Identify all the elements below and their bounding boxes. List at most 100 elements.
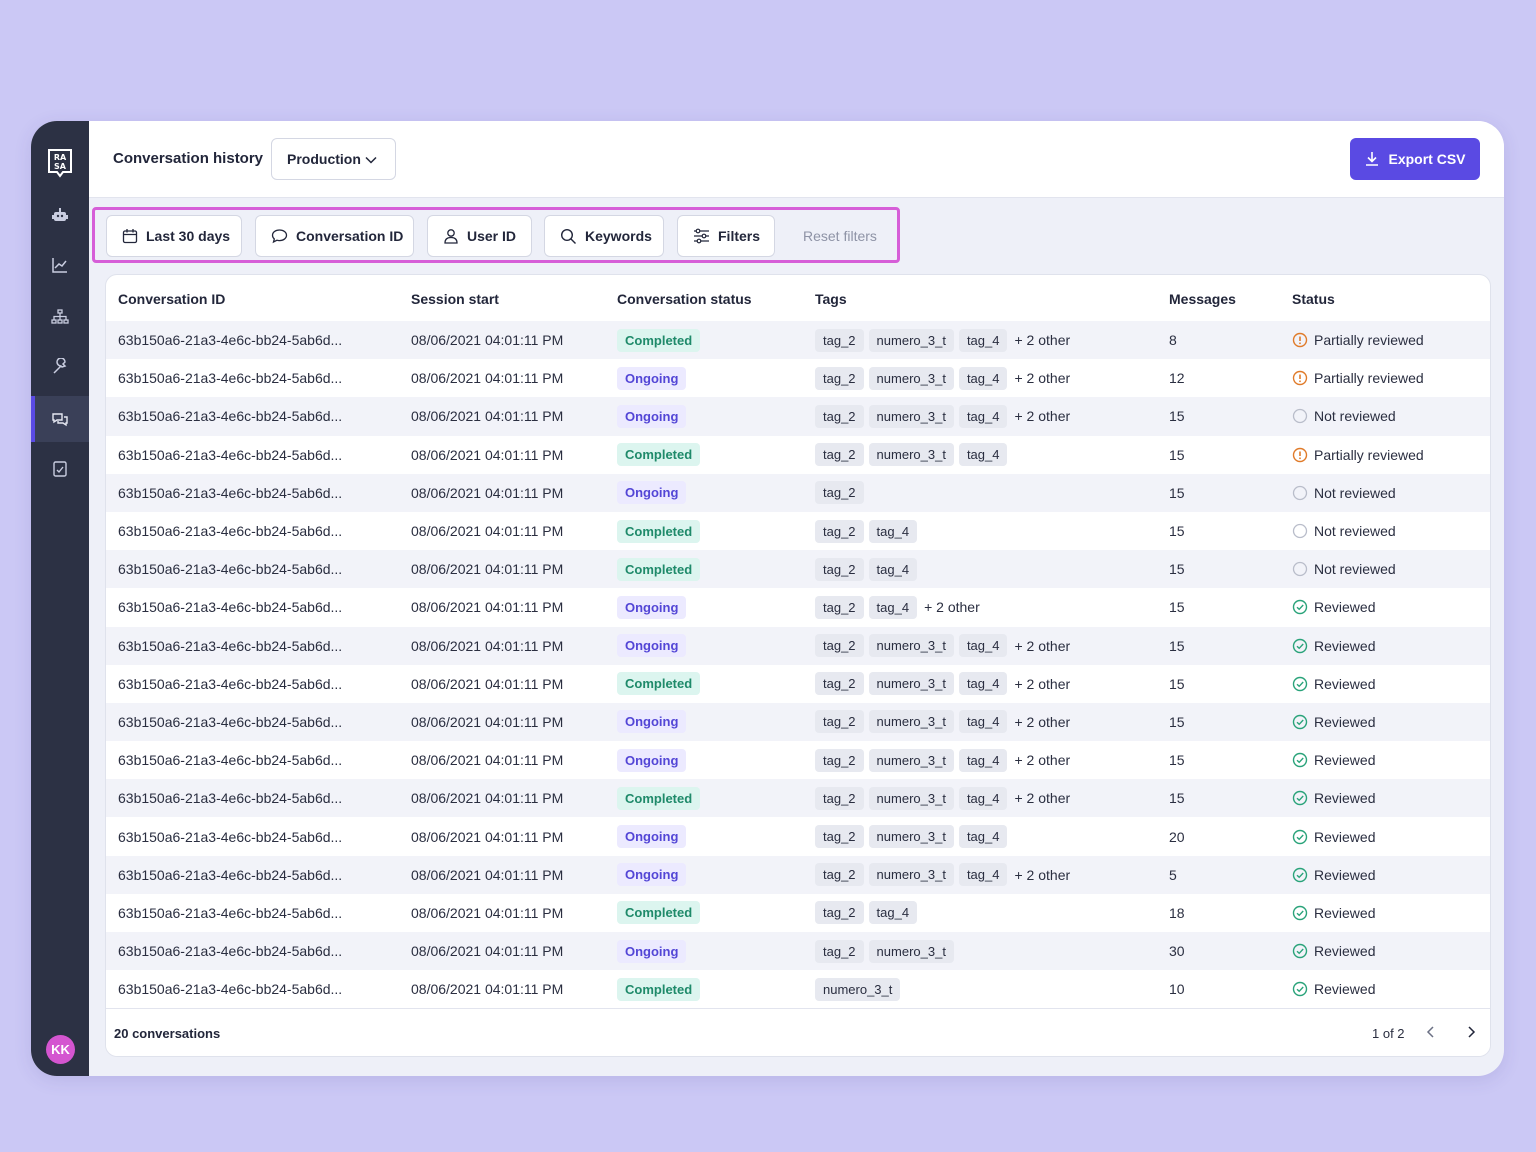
header-bar: Conversation history Production Export C…	[89, 121, 1504, 198]
conversation-id-cell[interactable]: 63b150a6-21a3-4e6c-bb24-5ab6d...	[118, 550, 342, 588]
conversation-status-cell: Completed	[617, 512, 701, 550]
table-row[interactable]: 63b150a6-21a3-4e6c-bb24-5ab6d... 08/06/20…	[106, 741, 1490, 779]
sidebar-item-conversations[interactable]	[31, 396, 89, 442]
next-page-button[interactable]	[1461, 1022, 1481, 1042]
export-csv-button[interactable]: Export CSV	[1350, 138, 1480, 180]
more-tags-count[interactable]: + 2 other	[1014, 790, 1070, 806]
review-status-label: Not reviewed	[1314, 561, 1396, 578]
conversation-id-cell[interactable]: 63b150a6-21a3-4e6c-bb24-5ab6d...	[118, 436, 342, 474]
session-start-cell: 08/06/2021 04:01:11 PM	[411, 599, 564, 616]
column-header-status[interactable]: Status	[1292, 291, 1335, 307]
more-tags-count[interactable]: + 2 other	[924, 599, 980, 615]
more-tags-count[interactable]: + 2 other	[1014, 332, 1070, 348]
table-row[interactable]: 63b150a6-21a3-4e6c-bb24-5ab6d... 08/06/20…	[106, 970, 1490, 1008]
conversation-id-cell[interactable]: 63b150a6-21a3-4e6c-bb24-5ab6d...	[118, 359, 342, 397]
checklist-icon	[53, 461, 67, 477]
review-status-cell: Not reviewed	[1292, 474, 1396, 512]
conversation-id-cell[interactable]: 63b150a6-21a3-4e6c-bb24-5ab6d...	[118, 970, 342, 1008]
messages-cell: 15	[1169, 599, 1185, 616]
table-row[interactable]: 63b150a6-21a3-4e6c-bb24-5ab6d... 08/06/20…	[106, 436, 1490, 474]
conversation-status-badge: Ongoing	[617, 366, 687, 390]
more-tags-count[interactable]: + 2 other	[1014, 676, 1070, 692]
check-circle-icon	[1292, 905, 1308, 921]
table-row[interactable]: 63b150a6-21a3-4e6c-bb24-5ab6d... 08/06/20…	[106, 473, 1490, 512]
more-tags-count[interactable]: + 2 other	[1014, 638, 1070, 654]
table-row[interactable]: 63b150a6-21a3-4e6c-bb24-5ab6d... 08/06/20…	[106, 779, 1490, 818]
reset-filters-button[interactable]: Reset filters	[803, 228, 877, 244]
conversation-status-badge: Completed	[617, 557, 701, 581]
messages-cell: 15	[1169, 637, 1185, 654]
sidebar-item-settings[interactable]	[31, 344, 89, 390]
sidebar-item-analytics[interactable]	[31, 242, 89, 288]
conversation-id-cell[interactable]: 63b150a6-21a3-4e6c-bb24-5ab6d...	[118, 512, 342, 550]
empty-circle-icon	[1292, 523, 1308, 539]
review-status-label: Reviewed	[1314, 943, 1376, 960]
conversation-id-cell[interactable]: 63b150a6-21a3-4e6c-bb24-5ab6d...	[118, 665, 342, 703]
check-circle-icon	[1292, 791, 1308, 806]
sidebar-item-structure[interactable]	[31, 294, 89, 340]
review-status-label: Reviewed	[1314, 828, 1376, 845]
table-row[interactable]: 63b150a6-21a3-4e6c-bb24-5ab6d... 08/06/20…	[106, 894, 1490, 932]
table-row[interactable]: 63b150a6-21a3-4e6c-bb24-5ab6d... 08/06/20…	[106, 702, 1490, 742]
conversation-id-cell[interactable]: 63b150a6-21a3-4e6c-bb24-5ab6d...	[118, 321, 342, 359]
column-header-tags[interactable]: Tags	[815, 291, 847, 307]
user-avatar[interactable]: KK	[46, 1035, 75, 1064]
table-row[interactable]: 63b150a6-21a3-4e6c-bb24-5ab6d... 08/06/20…	[106, 550, 1490, 589]
conversation-id-cell[interactable]: 63b150a6-21a3-4e6c-bb24-5ab6d...	[118, 856, 342, 894]
previous-page-button[interactable]	[1421, 1022, 1441, 1042]
sidebar: RA SA KK	[31, 121, 89, 1076]
search-icon	[560, 228, 576, 244]
table-row[interactable]: 63b150a6-21a3-4e6c-bb24-5ab6d... 08/06/20…	[106, 626, 1490, 665]
sidebar-item-bot[interactable]	[31, 192, 89, 238]
sidebar-item-review[interactable]	[31, 446, 89, 492]
session-start-cell: 08/06/2021 04:01:11 PM	[411, 866, 564, 883]
more-tags-count[interactable]: + 2 other	[1014, 408, 1070, 424]
environment-select[interactable]: Production	[271, 138, 396, 180]
conversation-id-cell[interactable]: 63b150a6-21a3-4e6c-bb24-5ab6d...	[118, 741, 342, 779]
conversation-id-cell[interactable]: 63b150a6-21a3-4e6c-bb24-5ab6d...	[118, 474, 342, 512]
filters-button[interactable]: Filters	[677, 215, 775, 257]
column-header-messages[interactable]: Messages	[1169, 291, 1236, 307]
table-row[interactable]: 63b150a6-21a3-4e6c-bb24-5ab6d... 08/06/20…	[106, 855, 1490, 894]
tag-chip: tag_2	[815, 519, 864, 543]
conversation-id-cell[interactable]: 63b150a6-21a3-4e6c-bb24-5ab6d...	[118, 817, 342, 855]
more-tags-count[interactable]: + 2 other	[1014, 752, 1070, 768]
table-row[interactable]: 63b150a6-21a3-4e6c-bb24-5ab6d... 08/06/20…	[106, 932, 1490, 971]
column-header-session-start[interactable]: Session start	[411, 291, 499, 307]
more-tags-count[interactable]: + 2 other	[1014, 714, 1070, 730]
conversation-id-cell[interactable]: 63b150a6-21a3-4e6c-bb24-5ab6d...	[118, 588, 342, 626]
review-status-label: Reviewed	[1314, 981, 1376, 998]
table-row[interactable]: 63b150a6-21a3-4e6c-bb24-5ab6d... 08/06/20…	[106, 359, 1490, 397]
more-tags-count[interactable]: + 2 other	[1014, 867, 1070, 883]
review-status-cell: Partially reviewed	[1292, 359, 1424, 397]
column-header-conversation-id[interactable]: Conversation ID	[118, 291, 225, 307]
conversation-id-cell[interactable]: 63b150a6-21a3-4e6c-bb24-5ab6d...	[118, 703, 342, 741]
table-row[interactable]: 63b150a6-21a3-4e6c-bb24-5ab6d... 08/06/20…	[106, 665, 1490, 703]
keywords-filter[interactable]: Keywords	[544, 215, 664, 257]
user-id-filter[interactable]: User ID	[427, 215, 532, 257]
messages-cell: 20	[1169, 828, 1185, 845]
session-start-cell: 08/06/2021 04:01:11 PM	[411, 446, 564, 463]
review-status-label: Reviewed	[1314, 675, 1376, 692]
table-row[interactable]: 63b150a6-21a3-4e6c-bb24-5ab6d... 08/06/20…	[106, 397, 1490, 436]
table-row[interactable]: 63b150a6-21a3-4e6c-bb24-5ab6d... 08/06/20…	[106, 817, 1490, 855]
table-row[interactable]: 63b150a6-21a3-4e6c-bb24-5ab6d... 08/06/20…	[106, 588, 1490, 626]
tag-chip: numero_3_t	[868, 939, 954, 963]
conversation-id-cell[interactable]: 63b150a6-21a3-4e6c-bb24-5ab6d...	[118, 932, 342, 970]
rasa-logo[interactable]: RA SA	[47, 148, 73, 178]
conversation-id-cell[interactable]: 63b150a6-21a3-4e6c-bb24-5ab6d...	[118, 397, 342, 435]
table-row[interactable]: 63b150a6-21a3-4e6c-bb24-5ab6d... 08/06/20…	[106, 321, 1490, 360]
conversation-status-badge: Completed	[617, 328, 701, 352]
conversation-id-cell[interactable]: 63b150a6-21a3-4e6c-bb24-5ab6d...	[118, 779, 342, 817]
date-range-filter[interactable]: Last 30 days	[106, 215, 242, 257]
table-row[interactable]: 63b150a6-21a3-4e6c-bb24-5ab6d... 08/06/20…	[106, 512, 1490, 550]
conversation-status-cell: Completed	[617, 321, 701, 359]
conversation-status-badge: Completed	[617, 977, 701, 1001]
column-header-conversation-status[interactable]: Conversation status	[617, 291, 752, 307]
more-tags-count[interactable]: + 2 other	[1014, 370, 1070, 386]
messages-cell: 15	[1169, 523, 1185, 540]
review-status-cell: Reviewed	[1292, 894, 1375, 932]
conversation-id-cell[interactable]: 63b150a6-21a3-4e6c-bb24-5ab6d...	[118, 894, 342, 932]
conversation-id-filter[interactable]: Conversation ID	[255, 215, 414, 257]
conversation-id-cell[interactable]: 63b150a6-21a3-4e6c-bb24-5ab6d...	[118, 627, 342, 665]
